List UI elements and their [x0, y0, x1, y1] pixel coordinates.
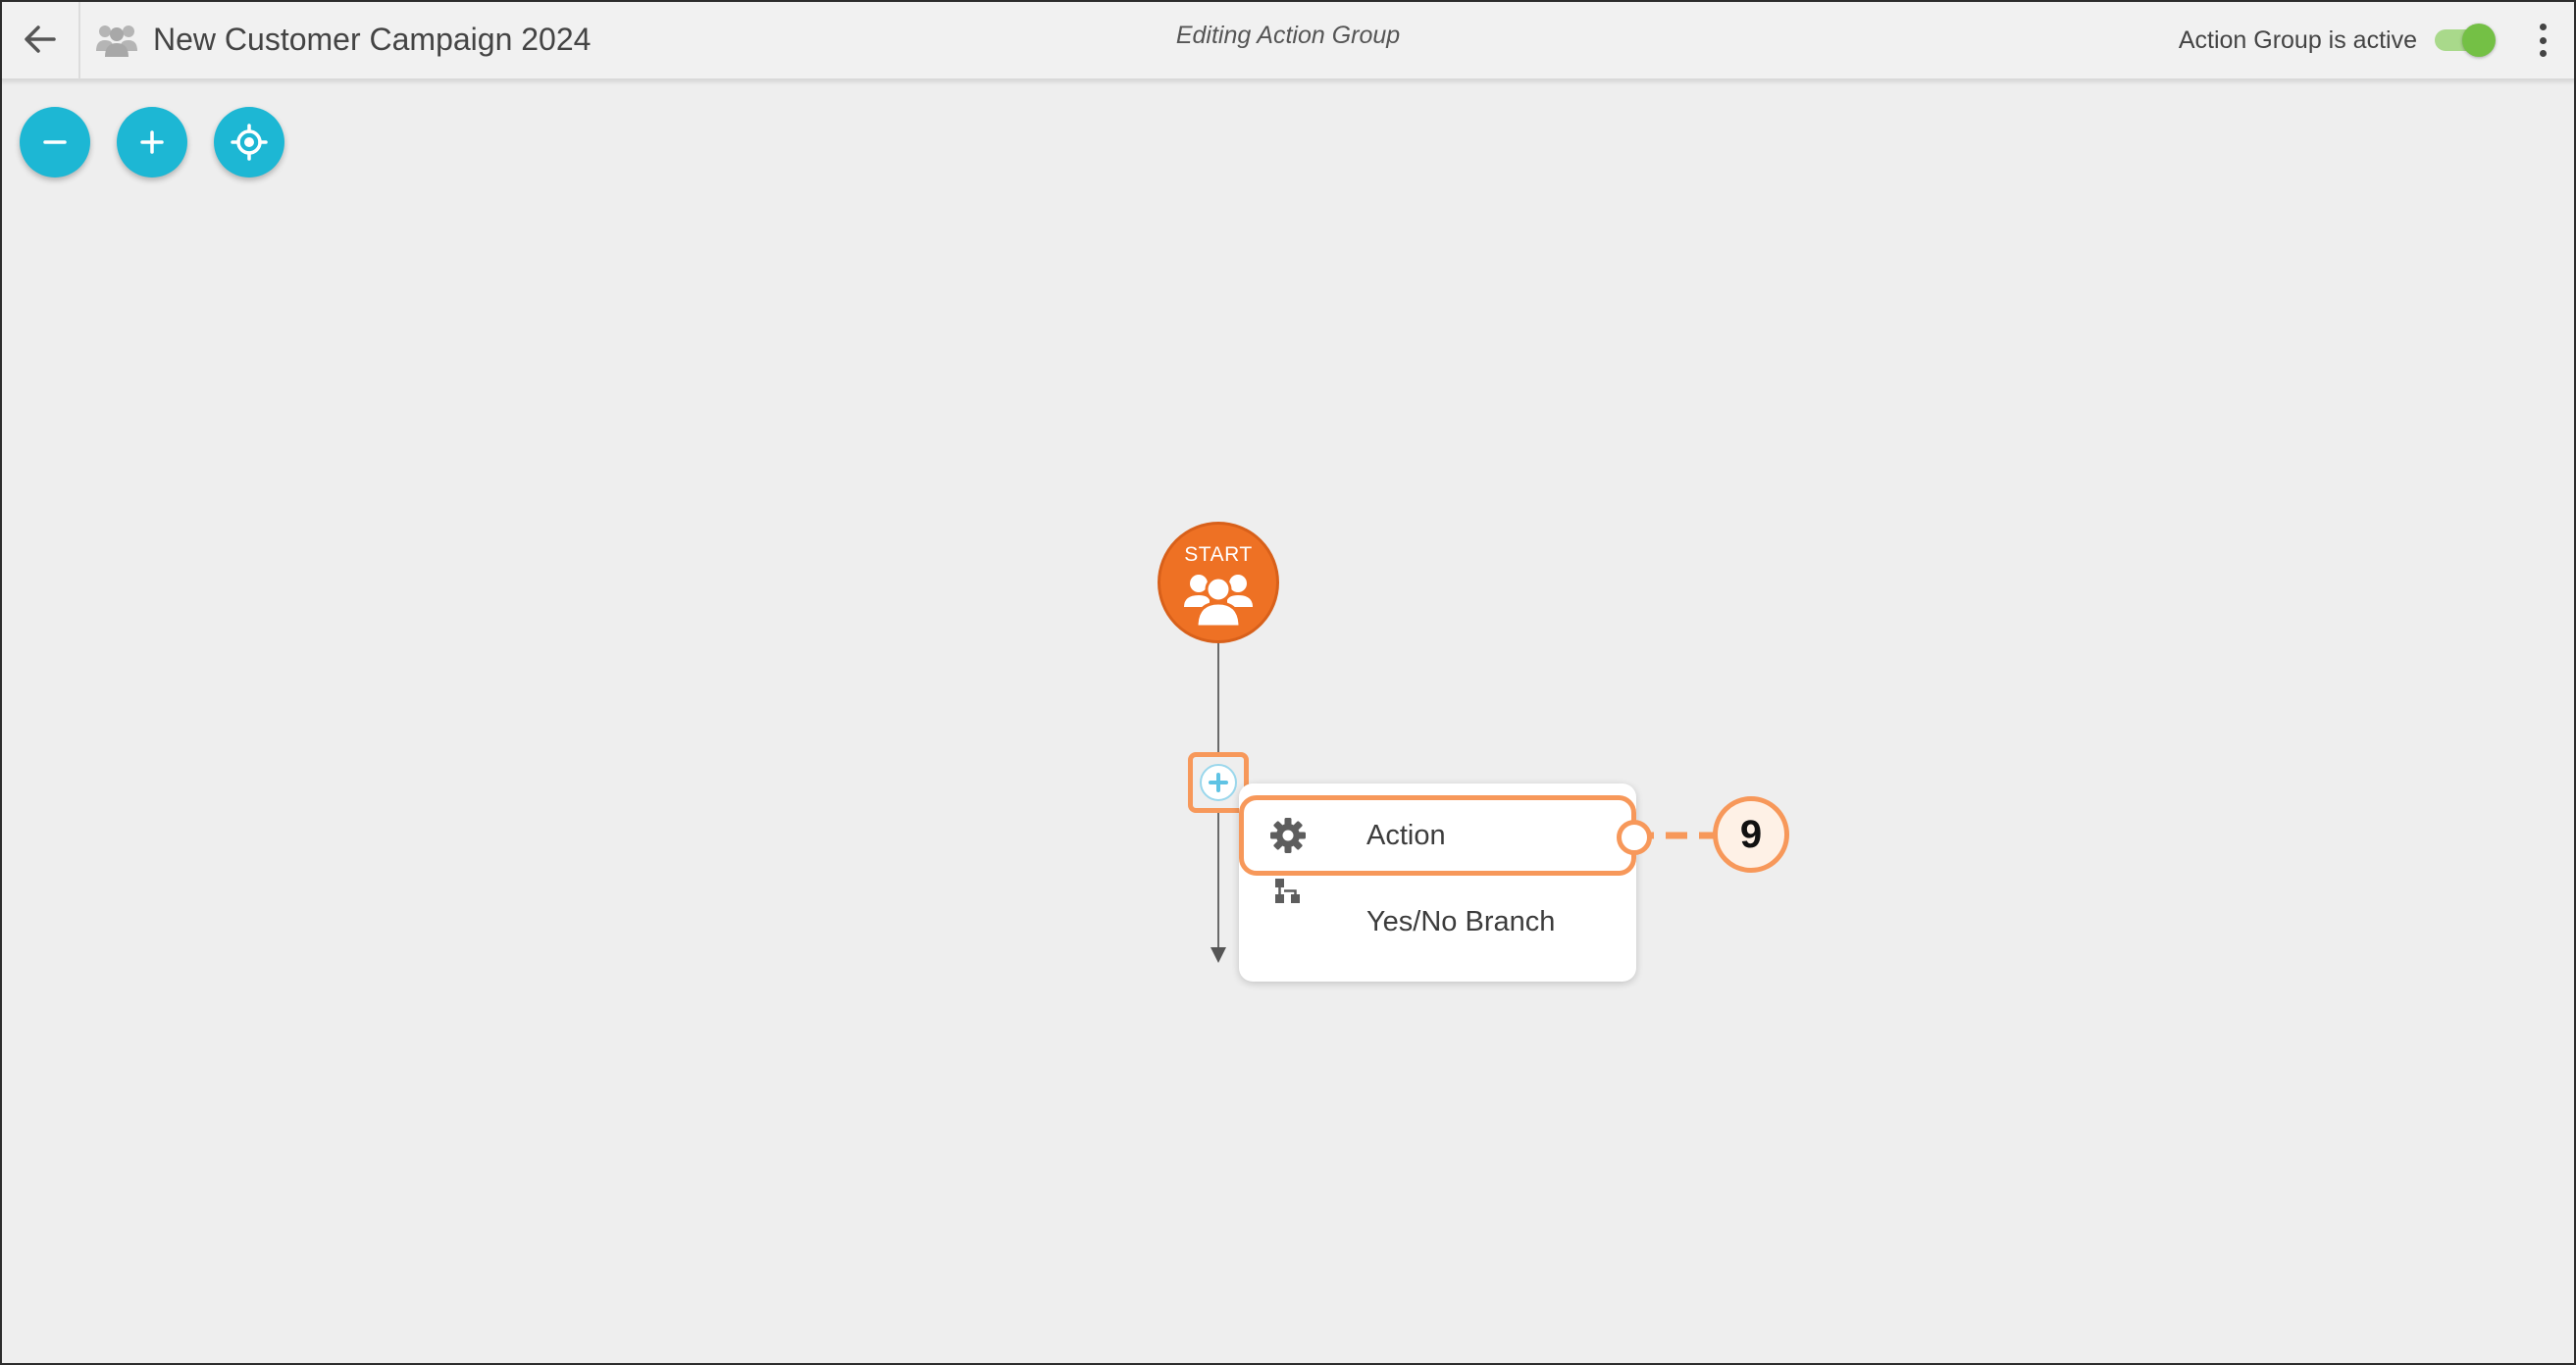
branch-icon	[1268, 872, 1308, 911]
add-step-menu: Action Yes/No Branch	[1239, 784, 1636, 982]
zoom-in-icon	[140, 130, 164, 154]
zoom-in-button[interactable]	[117, 107, 187, 177]
user-group-icon	[96, 20, 139, 59]
start-node[interactable]: START	[1158, 522, 1279, 643]
arrow-left-icon	[25, 25, 56, 53]
callout-anchor-dot	[1617, 820, 1652, 855]
zoom-out-icon	[43, 140, 67, 144]
page-title: New Customer Campaign 2024	[153, 21, 592, 57]
gear-icon	[1268, 816, 1308, 855]
menu-item-yes-no-branch-label: Yes/No Branch	[1366, 905, 1556, 937]
flow-arrow-head	[1211, 947, 1226, 963]
more-vertical-icon[interactable]	[2527, 20, 2558, 61]
plus-circle-icon	[1200, 764, 1237, 801]
start-node-label: START	[1184, 543, 1253, 566]
recenter-icon	[231, 124, 268, 161]
zoom-out-button[interactable]	[20, 107, 90, 177]
active-toggle[interactable]	[2433, 24, 2496, 57]
menu-item-action[interactable]: Action	[1239, 795, 1636, 876]
menu-item-yes-no-branch[interactable]: Yes/No Branch	[1239, 879, 1636, 962]
active-toggle-label: Action Group is active	[2178, 25, 2417, 54]
menu-item-action-label: Action	[1366, 819, 1446, 851]
active-status: Action Group is active	[2179, 0, 2496, 80]
user-group-icon	[1184, 575, 1253, 629]
toggle-knob	[2462, 24, 2496, 57]
back-button[interactable]	[0, 0, 80, 79]
screenshot-border	[0, 0, 2576, 1365]
recenter-button[interactable]	[214, 107, 284, 177]
callout-number-badge: 9	[1713, 796, 1789, 873]
